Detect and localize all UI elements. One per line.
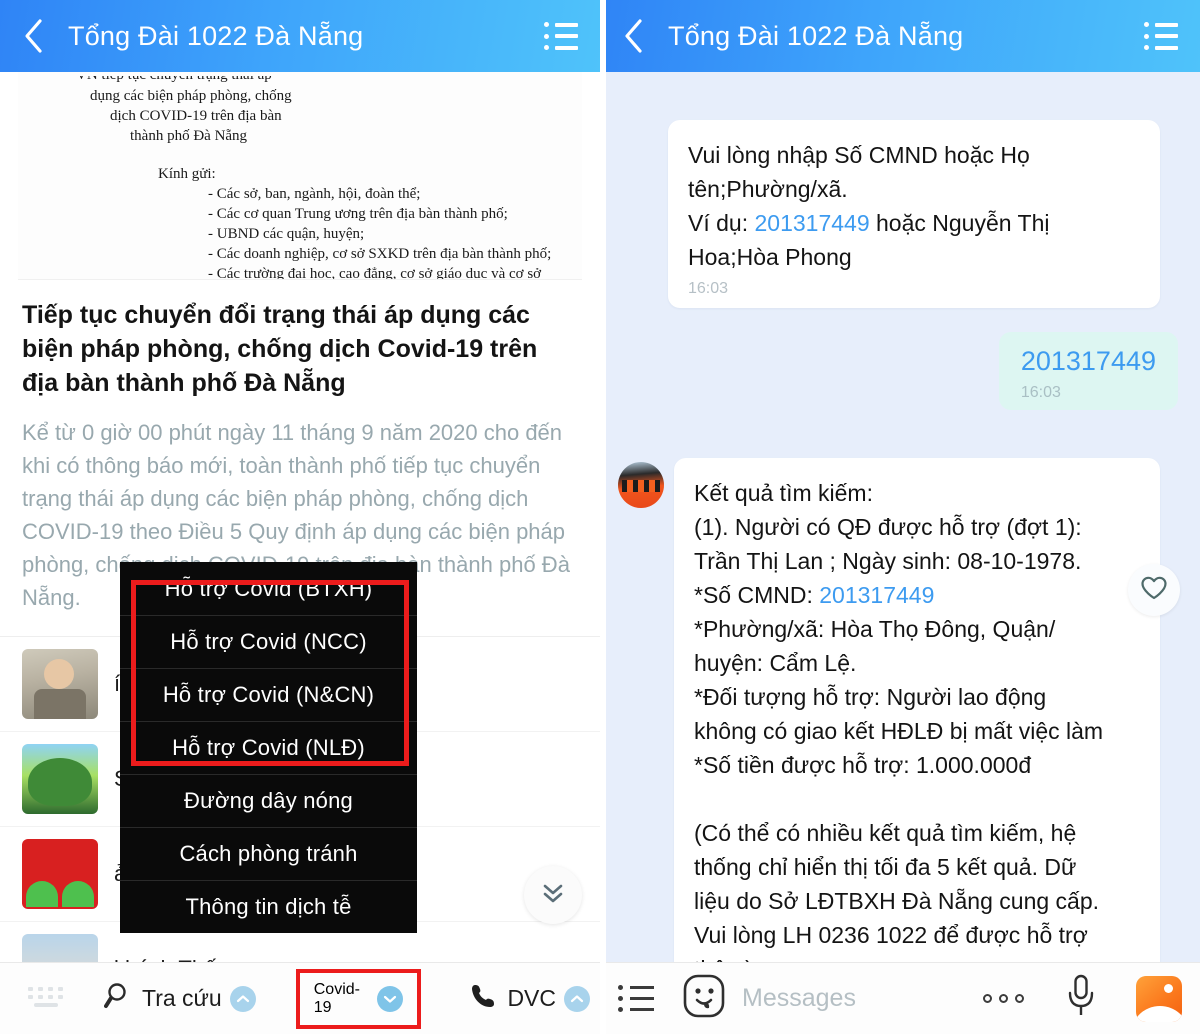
- document-scan-image: VN tiếp tục chuyển trạng thái áp dụng cá…: [18, 72, 582, 280]
- dvc-label: DVC: [507, 985, 556, 1011]
- covid19-label: Covid-19: [313, 980, 360, 1016]
- message-timestamp: 16:03: [688, 280, 729, 297]
- doc-recipient-4: - Các trường đại học, cao đẳng, cơ sở gi…: [208, 266, 542, 280]
- menu-item-cach-phong-tranh[interactable]: Cách phòng tránh: [120, 827, 417, 880]
- list-menu-icon[interactable]: [544, 22, 578, 50]
- chevron-left-icon: [22, 17, 46, 55]
- man-speaking-photo: [22, 649, 98, 719]
- message-input[interactable]: Messages: [742, 984, 856, 1013]
- green-trees-photo: [22, 744, 98, 814]
- three-dots-icon[interactable]: [983, 994, 1024, 1003]
- search-icon: [104, 981, 134, 1017]
- screenshot-root: Tổng Đài 1022 Đà Nẵng VN tiếp tục chuyển…: [0, 0, 1200, 1034]
- covid19-button[interactable]: Covid-19: [295, 968, 422, 1029]
- menu-item-duong-day-nong[interactable]: Đường dây nóng: [120, 774, 417, 827]
- message-timestamp: 16:03: [1020, 384, 1061, 401]
- right-bottom-toolbar: Messages: [600, 962, 1200, 1034]
- tra-cuu-label: Tra cứu: [142, 985, 222, 1011]
- page-title: Tổng Đài 1022 Đà Nẵng: [68, 20, 364, 51]
- chevron-up-icon[interactable]: [229, 985, 256, 1012]
- cmnd-number-link[interactable]: 201317449: [754, 210, 869, 236]
- message-text: Kết quả tìm kiếm: (1). Người có QĐ được …: [694, 476, 1140, 962]
- right-header: Tổng Đài 1022 Đà Nẵng: [600, 0, 1200, 72]
- doc-line-1: dụng các biện pháp phòng, chống: [90, 88, 292, 104]
- red-poster-photo: [22, 839, 98, 909]
- phone-icon: [469, 981, 499, 1017]
- scroll-down-button[interactable]: [524, 866, 582, 924]
- left-panel: Tổng Đài 1022 Đà Nẵng VN tiếp tục chuyển…: [0, 0, 600, 1034]
- tra-cuu-button[interactable]: Tra cứu: [104, 981, 256, 1017]
- menu-item-ho-tro-covid-ncc[interactable]: Hỗ trợ Covid (NCC): [120, 615, 417, 668]
- right-panel: Tổng Đài 1022 Đà Nẵng Vui lòng nhập Số C…: [600, 0, 1200, 1034]
- doc-recipient-2: - UBND các quận, huyện;: [208, 226, 365, 242]
- article-title: Tiếp tục chuyển đổi trạng thái áp dụng c…: [22, 301, 538, 397]
- keyboard-icon[interactable]: [24, 981, 68, 1016]
- image-gallery-icon[interactable]: [1136, 975, 1182, 1022]
- chevron-up-icon[interactable]: [564, 985, 590, 1012]
- back-button[interactable]: [622, 17, 662, 55]
- message-bubble-incoming[interactable]: Kết quả tìm kiếm: (1). Người có QĐ được …: [618, 458, 1160, 962]
- heart-outline-icon: [1140, 575, 1168, 606]
- double-chevron-down-icon: [538, 880, 568, 911]
- cmnd-number-link[interactable]: 201317449: [819, 582, 934, 608]
- smiley-sticker-icon[interactable]: [682, 973, 726, 1024]
- menu-item-ho-tro-covid-ncn[interactable]: Hỗ trợ Covid (N&CN): [120, 668, 417, 721]
- doc-line-3: thành phố Đà Nẵng: [130, 128, 248, 144]
- list-menu-icon[interactable]: [1144, 22, 1178, 50]
- list-icon[interactable]: [618, 985, 654, 1012]
- doc-recipient-0: - Các sở, ban, ngành, hội, đoàn thể;: [208, 186, 421, 202]
- list-item-label: khách Thế: [114, 954, 216, 962]
- doc-line-clipped: VN tiếp tục chuyển trạng thái áp: [18, 76, 582, 86]
- doc-line-2: dịch COVID-19 trên địa bàn: [110, 108, 282, 124]
- chevron-down-icon[interactable]: [377, 985, 404, 1012]
- covid-dropdown-menu[interactable]: Hỗ trợ Covid (BTXH) Hỗ trợ Covid (NCC) H…: [120, 562, 417, 933]
- message-text: 201317449: [1020, 346, 1156, 376]
- back-button[interactable]: [22, 17, 62, 55]
- left-bottom-toolbar: Tra cứu Covid-19 DVC: [0, 962, 600, 1034]
- message-text: Vui lòng nhập Số CMND hoặc Họ tên;Phường…: [688, 138, 1140, 274]
- doc-recipient-3: - Các doanh nghiệp, cơ sở SXKD trên địa …: [208, 246, 552, 262]
- doc-recipient-1: - Các cơ quan Trung ương trên địa bàn th…: [208, 206, 508, 222]
- chevron-left-icon: [622, 17, 646, 55]
- menu-item-ho-tro-covid-btxh[interactable]: Hỗ trợ Covid (BTXH): [120, 562, 417, 615]
- chat-scroll-area[interactable]: Vui lòng nhập Số CMND hoặc Họ tên;Phường…: [600, 72, 1200, 962]
- like-button[interactable]: [1128, 564, 1180, 616]
- doc-line-0: VN tiếp tục chuyển trạng thái áp: [18, 76, 582, 85]
- left-header: Tổng Đài 1022 Đà Nẵng: [0, 0, 600, 72]
- menu-item-ho-tro-covid-nld[interactable]: Hỗ trợ Covid (NLĐ): [120, 721, 417, 774]
- message-text-post: *Phường/xã: Hòa Thọ Đông, Quận/ huyện: C…: [694, 616, 1104, 962]
- message-bubble-outgoing[interactable]: 201317449 16:03: [998, 332, 1178, 410]
- dvc-button[interactable]: DVC: [469, 981, 590, 1017]
- avatar[interactable]: [618, 462, 664, 508]
- bridge-train-photo: [22, 934, 98, 962]
- microphone-icon[interactable]: [1064, 972, 1098, 1025]
- doc-salutation: Kính gửi:: [158, 166, 216, 182]
- page-title: Tổng Đài 1022 Đà Nẵng: [668, 20, 964, 51]
- message-bubble-incoming[interactable]: Vui lòng nhập Số CMND hoặc Họ tên;Phường…: [668, 120, 1160, 308]
- menu-item-thong-tin-dich-te[interactable]: Thông tin dịch tễ: [120, 880, 417, 933]
